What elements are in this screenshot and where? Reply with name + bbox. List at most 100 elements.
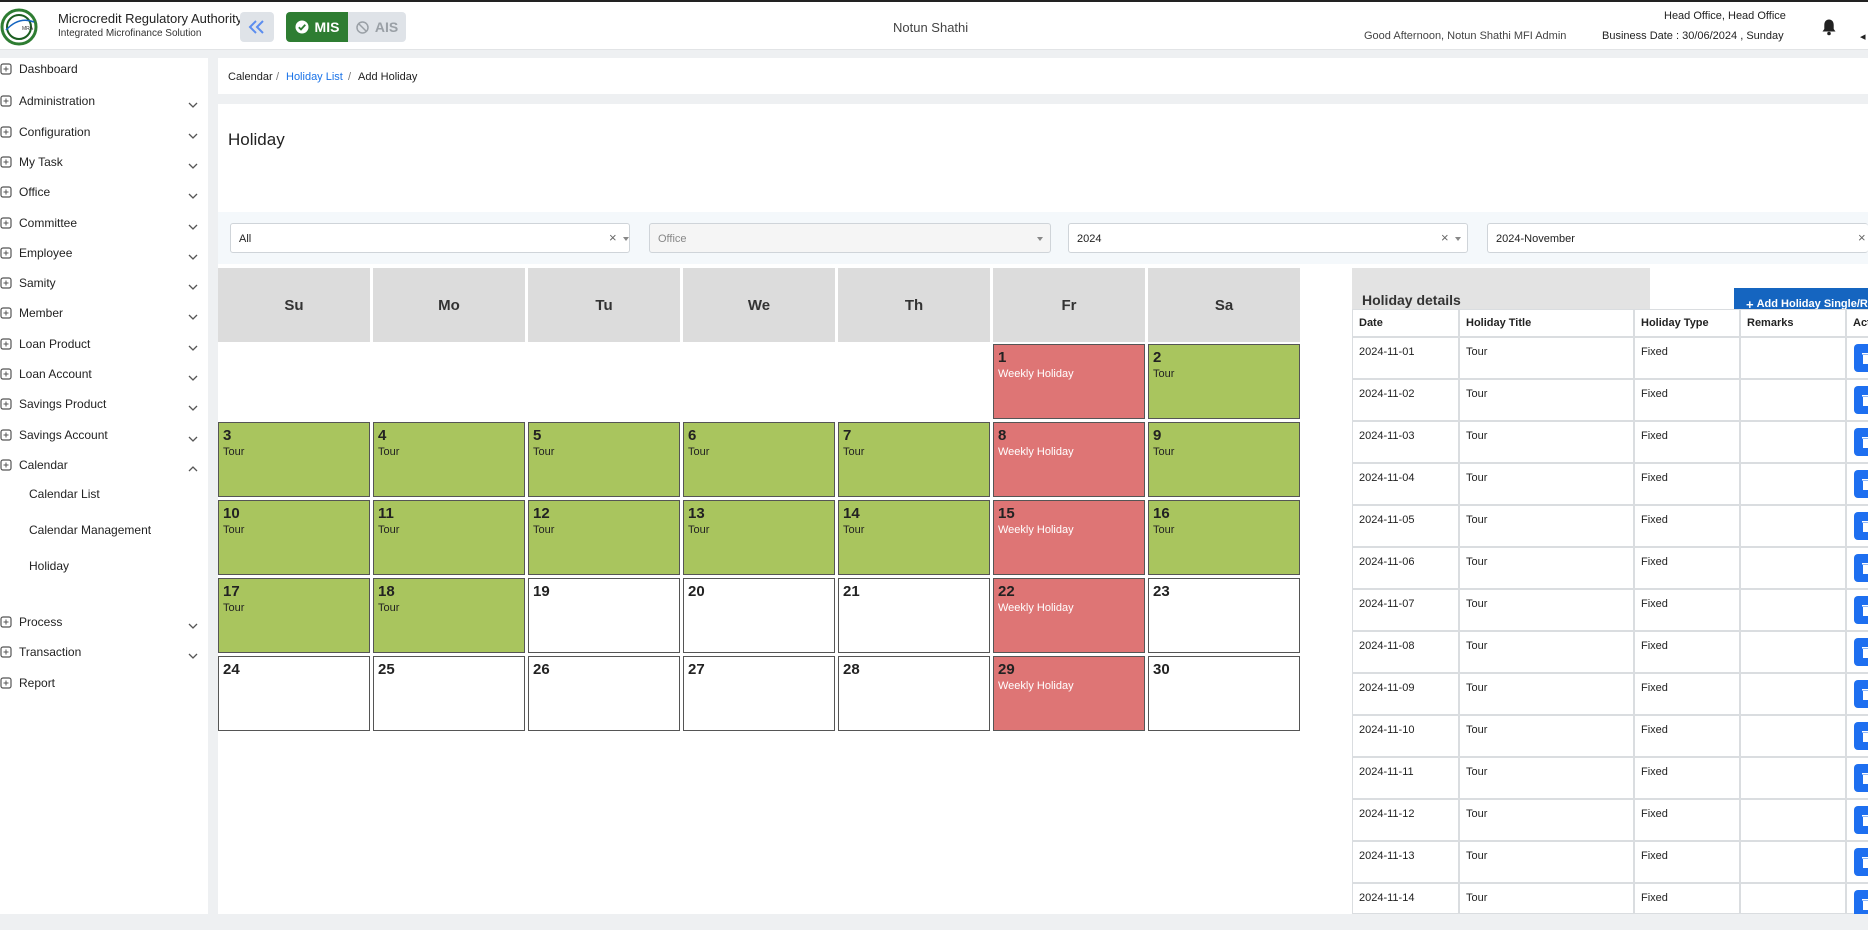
calendar-day-cell[interactable]: 28 [838, 656, 990, 731]
month-select[interactable]: 2024-November × [1487, 223, 1868, 253]
sidebar-item-savings-product[interactable]: Savings Product [0, 391, 208, 417]
calendar-day-cell[interactable]: 17 Tour [218, 578, 370, 653]
sidebar-subitem-calendar-management[interactable]: Calendar Management [29, 523, 151, 537]
sidebar-item-configuration[interactable]: Configuration [0, 119, 208, 145]
delete-button[interactable] [1854, 638, 1868, 666]
mis-toggle-button[interactable]: MIS [286, 12, 348, 42]
calendar-day-cell[interactable]: 25 [373, 656, 525, 731]
chevron-down-icon [188, 220, 198, 230]
chevron-down-icon [188, 401, 198, 412]
sidebar-item-committee[interactable]: Committee [0, 210, 208, 236]
bell-icon[interactable] [1820, 18, 1838, 36]
chevron-down-icon [1037, 237, 1043, 241]
sidebar-item-office[interactable]: Office [0, 179, 208, 205]
calendar-day-cell[interactable]: 7 Tour [838, 422, 990, 497]
sidebar-item-loan-product[interactable]: Loan Product [0, 331, 208, 357]
sidebar-item-savings-account[interactable]: Savings Account [0, 422, 208, 448]
delete-button[interactable] [1854, 554, 1868, 582]
delete-button[interactable] [1854, 512, 1868, 540]
clear-icon[interactable]: × [609, 230, 617, 245]
table-cell-date: 2024-11-02 [1352, 379, 1459, 421]
table-cell-remarks [1740, 757, 1846, 799]
sidebar-item-administration[interactable]: Administration [0, 88, 208, 114]
chevron-down-icon [188, 280, 198, 291]
year-select[interactable]: 2024 × [1068, 223, 1468, 253]
calendar-day-cell[interactable]: 5 Tour [528, 422, 680, 497]
delete-button[interactable] [1854, 806, 1868, 834]
calendar-day-cell[interactable]: 8 Weekly Holiday [993, 422, 1145, 497]
delete-button[interactable] [1854, 680, 1868, 708]
delete-button[interactable] [1854, 722, 1868, 750]
table-cell-date: 2024-11-11 [1352, 757, 1459, 799]
delete-button[interactable] [1854, 386, 1868, 414]
ais-toggle-button[interactable]: AIS [348, 12, 406, 42]
trash-icon [1862, 563, 1868, 574]
sidebar-item-dashboard[interactable]: Dashboard [0, 56, 208, 82]
calendar-day-number: 21 [843, 583, 860, 600]
table-cell-title: Tour [1459, 337, 1634, 379]
clear-icon[interactable]: × [1858, 230, 1866, 245]
sidebar-item-samity[interactable]: Samity [0, 270, 208, 296]
sidebar-collapse-button[interactable] [240, 12, 274, 42]
calendar-day-number: 1 [998, 349, 1007, 366]
calendar-day-cell[interactable]: 14 Tour [838, 500, 990, 575]
delete-button[interactable] [1854, 596, 1868, 624]
sidebar-subitem-holiday[interactable]: Holiday [29, 559, 69, 573]
table-cell-title: Tour [1459, 673, 1634, 715]
sidebar-item-calendar[interactable]: Calendar [0, 452, 208, 478]
calendar-day-cell[interactable]: 22 Weekly Holiday [993, 578, 1145, 653]
calendar-day-cell[interactable]: 23 [1148, 578, 1300, 653]
table-cell-date: 2024-11-08 [1352, 631, 1459, 673]
table-cell-type: Fixed [1634, 463, 1740, 505]
calendar-day-cell[interactable]: 11 Tour [373, 500, 525, 575]
table-cell-type: Fixed [1634, 673, 1740, 715]
sidebar-item-label: Transaction [19, 645, 82, 660]
calendar-day-cell[interactable]: 4 Tour [373, 422, 525, 497]
table-cell-type: Fixed [1634, 547, 1740, 589]
sidebar-item-my-task[interactable]: My Task [0, 149, 208, 175]
delete-button[interactable] [1854, 848, 1868, 876]
breadcrumb-calendar[interactable]: Calendar [228, 71, 273, 83]
user-menu-arrow[interactable]: ◂ [1860, 30, 1866, 43]
chevron-up-icon [188, 462, 198, 472]
calendar-day-cell[interactable]: 9 Tour [1148, 422, 1300, 497]
sidebar-subitem-calendar-list[interactable]: Calendar List [29, 487, 100, 501]
calendar-day-label: Weekly Holiday [998, 368, 1074, 380]
calendar-day-cell[interactable]: 26 [528, 656, 680, 731]
calendar-day-cell[interactable]: 18 Tour [373, 578, 525, 653]
delete-button[interactable] [1854, 470, 1868, 498]
calendar-day-number: 10 [223, 505, 240, 522]
breadcrumb-holiday-list[interactable]: Holiday List [286, 71, 343, 83]
delete-button[interactable] [1854, 764, 1868, 792]
office-select[interactable]: Office [649, 223, 1051, 253]
calendar-day-cell[interactable]: 10 Tour [218, 500, 370, 575]
table-cell-date: 2024-11-10 [1352, 715, 1459, 757]
sidebar-item-loan-account[interactable]: Loan Account [0, 361, 208, 387]
delete-button[interactable] [1854, 428, 1868, 456]
calendar-day-cell[interactable]: 13 Tour [683, 500, 835, 575]
clear-icon[interactable]: × [1441, 230, 1449, 245]
calendar-day-cell[interactable]: 24 [218, 656, 370, 731]
calendar-day-cell[interactable]: 12 Tour [528, 500, 680, 575]
calendar-day-cell[interactable]: 2 Tour [1148, 344, 1300, 419]
sidebar-item-report[interactable]: Report [0, 670, 208, 696]
holiday-type-select[interactable]: All × [230, 223, 630, 253]
calendar-day-cell[interactable]: 16 Tour [1148, 500, 1300, 575]
calendar-day-cell[interactable]: 27 [683, 656, 835, 731]
calendar-day-cell[interactable]: 21 [838, 578, 990, 653]
calendar-day-cell[interactable]: 15 Weekly Holiday [993, 500, 1145, 575]
sidebar-item-label: Savings Product [19, 397, 107, 412]
sidebar-item-employee[interactable]: Employee [0, 240, 208, 266]
delete-button[interactable] [1854, 344, 1868, 372]
table-cell-title: Tour [1459, 379, 1634, 421]
calendar-day-cell[interactable]: 6 Tour [683, 422, 835, 497]
calendar-day-cell[interactable]: 29 Weekly Holiday [993, 656, 1145, 731]
calendar-day-cell[interactable]: 19 [528, 578, 680, 653]
sidebar-item-transaction[interactable]: Transaction [0, 639, 208, 665]
calendar-day-cell[interactable]: 20 [683, 578, 835, 653]
calendar-day-cell[interactable]: 3 Tour [218, 422, 370, 497]
sidebar-item-process[interactable]: Process [0, 609, 208, 635]
sidebar-item-member[interactable]: Member [0, 300, 208, 326]
calendar-day-cell[interactable]: 1 Weekly Holiday [993, 344, 1145, 419]
calendar-day-cell[interactable]: 30 [1148, 656, 1300, 731]
